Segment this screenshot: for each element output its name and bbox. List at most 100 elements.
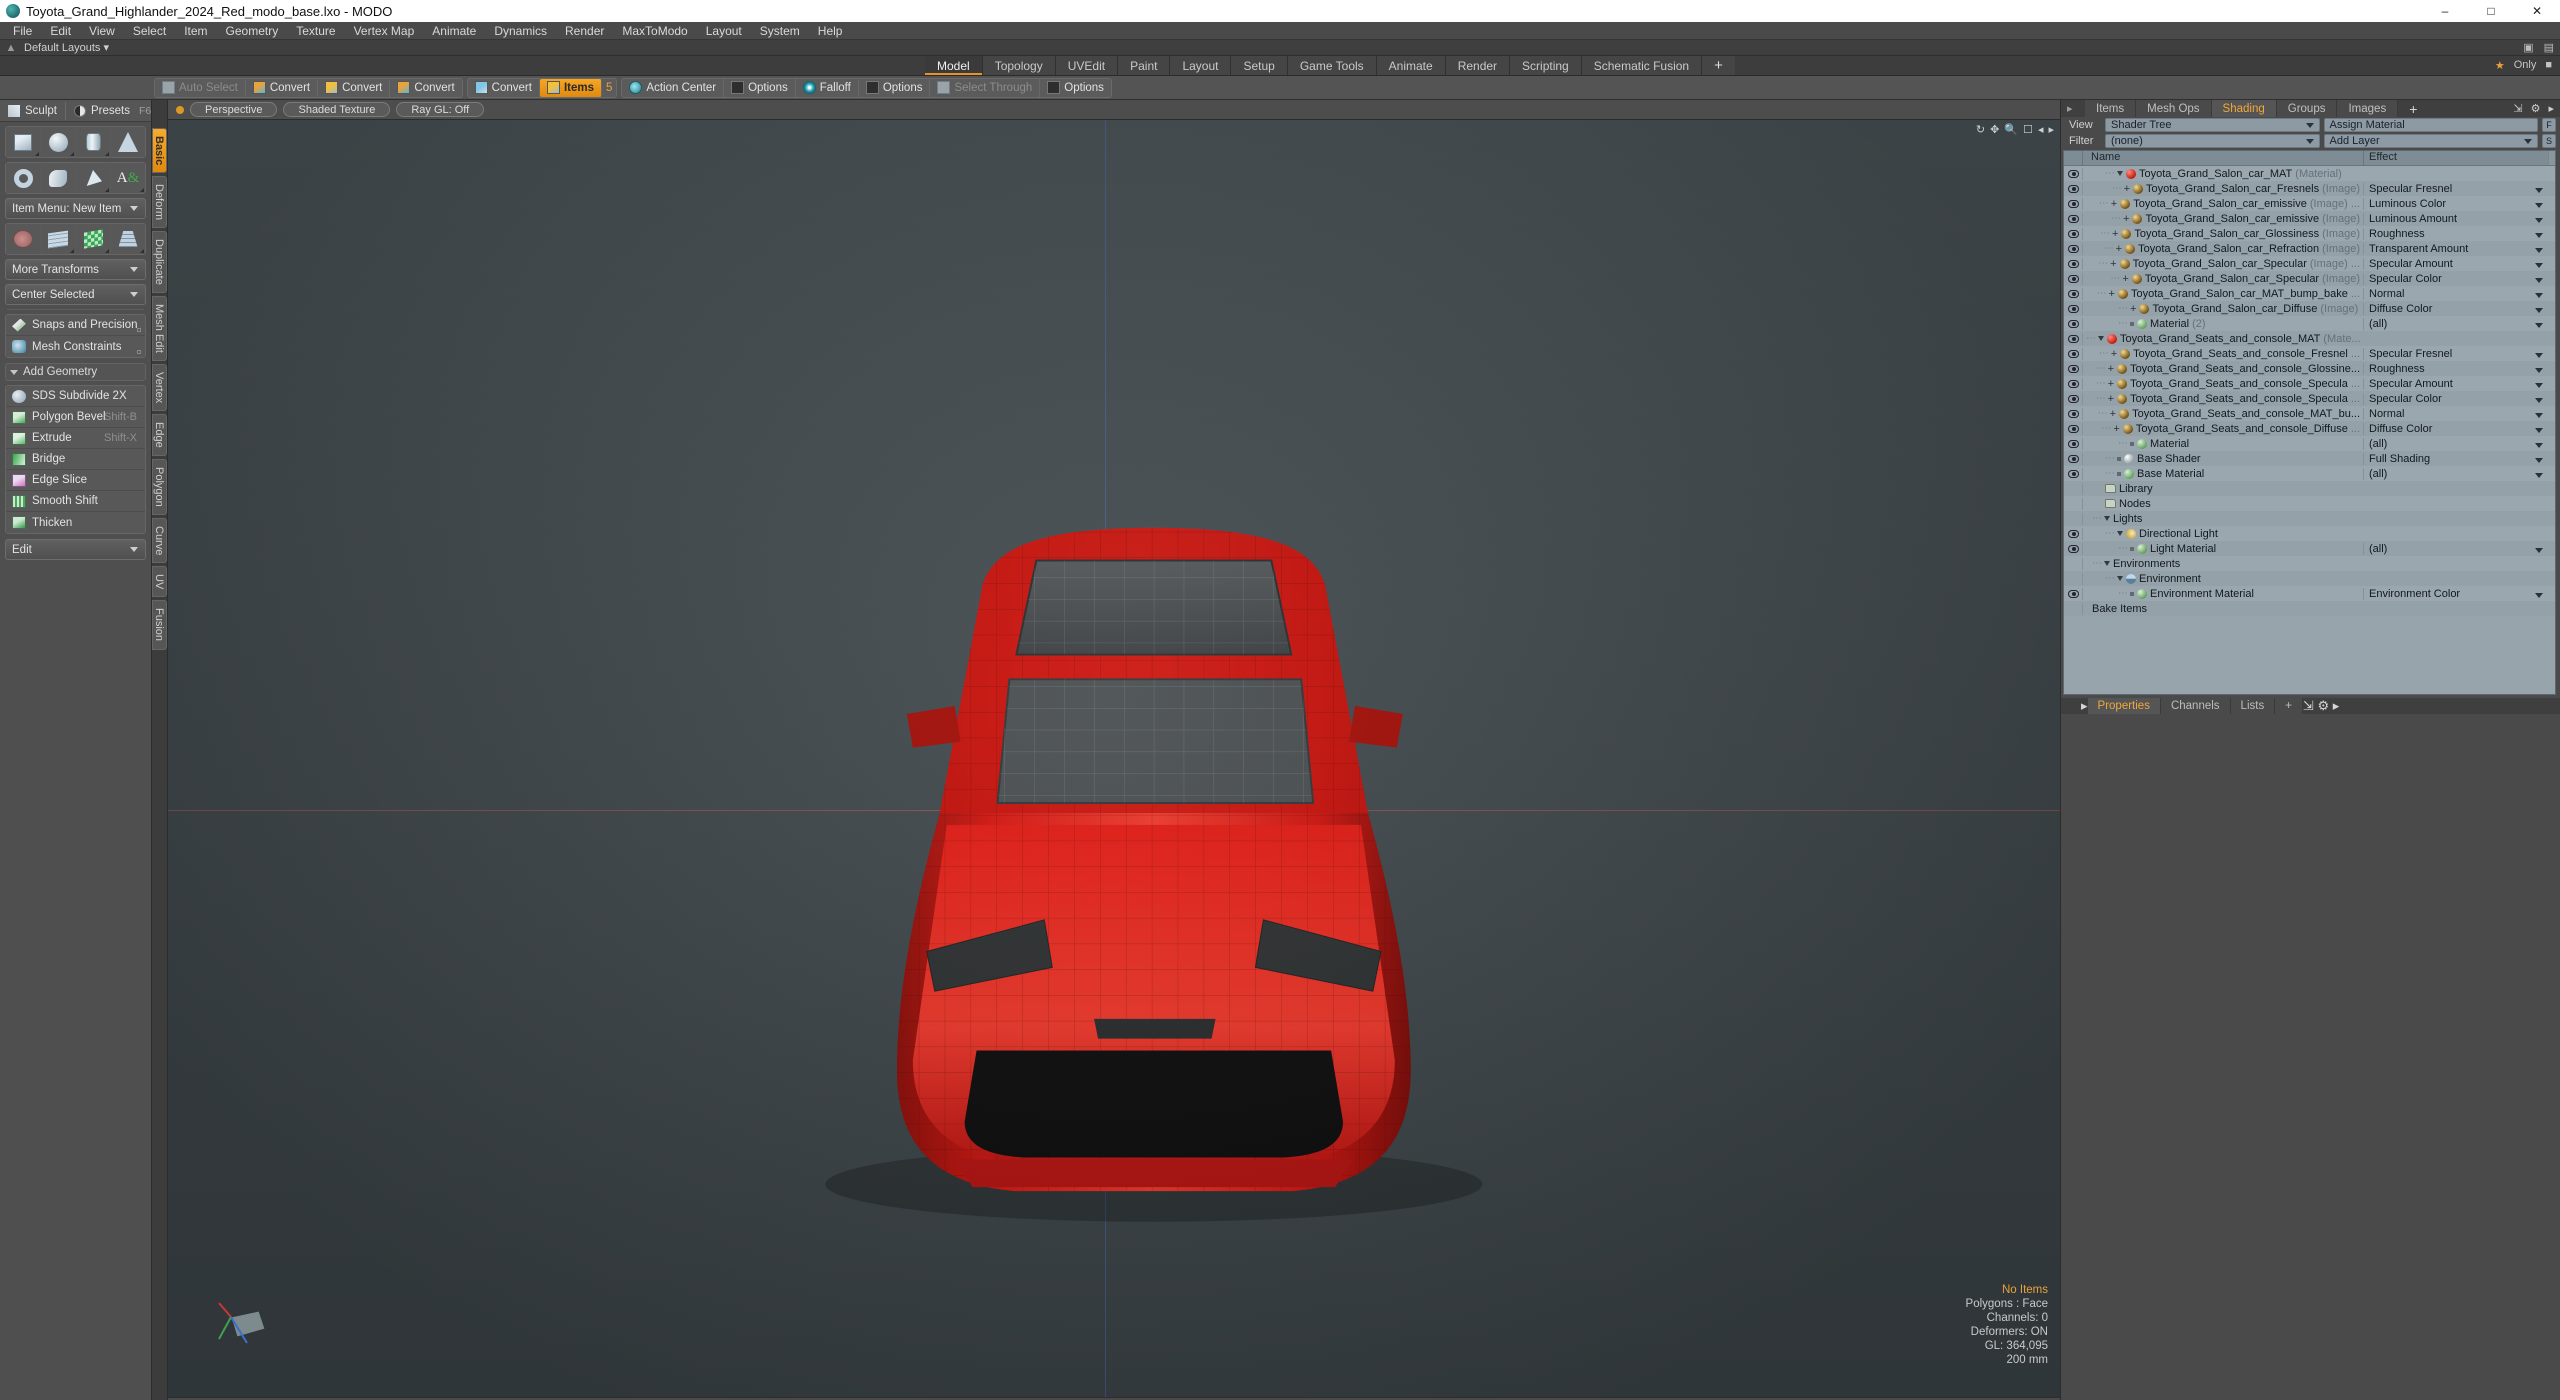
shader-tree-row[interactable]: ⋯ Base Shader Full Shading xyxy=(2064,451,2555,466)
shader-tree-row[interactable]: ⋯ + Toyota_Grand_Salon_car_Fresnels (Image… xyxy=(2064,181,2555,196)
menu-item-animate[interactable]: Animate xyxy=(423,22,485,40)
vtab-mesh-edit[interactable]: Mesh Edit xyxy=(152,296,167,362)
transform-tool-button[interactable] xyxy=(6,224,40,254)
shader-layer-effect[interactable]: Specular Amount xyxy=(2363,257,2548,270)
thicken-button[interactable]: Thicken xyxy=(6,512,145,533)
menu-item-maxtomodo[interactable]: MaxToModo xyxy=(613,22,696,40)
panel-tab-mesh-ops[interactable]: Mesh Ops xyxy=(2136,100,2212,117)
select-through-button[interactable]: Select Through xyxy=(930,78,1041,97)
maximize-button[interactable]: □ xyxy=(2468,0,2514,22)
panel-tab-groups[interactable]: Groups xyxy=(2276,100,2338,117)
shader-tree-scrollbar[interactable] xyxy=(2548,151,2555,165)
action-center-options-button[interactable]: Options xyxy=(724,78,796,97)
more-transforms-dropdown[interactable]: More Transforms xyxy=(5,259,146,280)
nav-fit-icon[interactable]: ☐ xyxy=(2023,123,2033,136)
viewport-raygl-button[interactable]: Ray GL: Off xyxy=(396,102,485,117)
visibility-eye-icon[interactable] xyxy=(2064,439,2082,448)
shader-layer-effect[interactable]: (all) xyxy=(2363,467,2548,480)
menu-item-system[interactable]: System xyxy=(751,22,809,40)
default-layouts-dropdown[interactable]: Default Layouts ▾ xyxy=(22,41,109,54)
menu-item-render[interactable]: Render xyxy=(556,22,613,40)
panel-tab-shading[interactable]: Shading xyxy=(2211,100,2277,117)
shader-tree-row[interactable]: ⋯ + Toyota_Grand_Salon_car_Refraction (Ima… xyxy=(2064,241,2555,256)
properties-chevron-right-icon[interactable]: ▸ xyxy=(2333,698,2340,713)
mode-tab-setup[interactable]: Setup xyxy=(1231,56,1288,75)
shader-tree-row[interactable]: ⋯ Toyota_Grand_Seats_and_console_MAT (Mat… xyxy=(2064,331,2555,346)
center-selected-dropdown[interactable]: Center Selected xyxy=(5,284,146,305)
panel-tab-add-button[interactable]: + xyxy=(2398,100,2429,117)
shader-tree-row[interactable]: ⋯ + Toyota_Grand_Salon_car_Diffuse (Image)… xyxy=(2064,301,2555,316)
tab-properties[interactable]: Properties xyxy=(2087,698,2161,714)
shader-layer-effect[interactable]: Environment Color xyxy=(2363,587,2548,600)
visibility-eye-icon[interactable] xyxy=(2064,334,2082,343)
shader-layer-effect[interactable]: Transparent Amount xyxy=(2363,242,2548,255)
panel-toggle-icon[interactable]: ▣ xyxy=(2523,41,2533,54)
visibility-eye-icon[interactable] xyxy=(2064,199,2082,208)
smooth-shift-button[interactable]: Smooth Shift xyxy=(6,491,145,512)
visibility-eye-icon[interactable] xyxy=(2064,169,2082,178)
torus-primitive-button[interactable] xyxy=(6,163,40,193)
mode-tab-model[interactable]: Model xyxy=(925,56,983,75)
shader-tree-row[interactable]: ⋯ + Toyota_Grand_Salon_car_emissive (Image… xyxy=(2064,196,2555,211)
action-center-button[interactable]: Action Center xyxy=(622,78,725,97)
vtab-polygon[interactable]: Polygon xyxy=(152,459,167,515)
gear-icon[interactable]: ⚙ xyxy=(2531,102,2541,115)
viewport-shading-mode-button[interactable]: Shaded Texture xyxy=(283,102,391,117)
mode-tab-render[interactable]: Render xyxy=(1445,56,1511,75)
shader-tree-row[interactable]: ⋯ + Toyota_Grand_Seats_and_console_Diffuse… xyxy=(2064,421,2555,436)
shader-layer-effect[interactable]: Roughness xyxy=(2363,227,2548,240)
shader-layer-effect[interactable]: Specular Amount xyxy=(2363,377,2548,390)
nav-zoom-icon[interactable]: 🔍 xyxy=(2004,123,2018,136)
shader-layer-effect[interactable]: Specular Fresnel xyxy=(2363,182,2548,195)
visibility-eye-icon[interactable] xyxy=(2064,364,2082,373)
shader-layer-effect[interactable]: (all) xyxy=(2363,542,2548,555)
shader-tree-row[interactable]: ⋯ + Toyota_Grand_Seats_and_console_Specula… xyxy=(2064,391,2555,406)
item-menu-dropdown[interactable]: Item Menu: New Item xyxy=(5,198,146,219)
shader-tree-row[interactable]: ⋯ Environment Material Environment Color xyxy=(2064,586,2555,601)
menu-item-dynamics[interactable]: Dynamics xyxy=(485,22,556,40)
falloff-options-button[interactable]: Options xyxy=(859,78,931,97)
visibility-eye-icon[interactable] xyxy=(2064,454,2082,463)
shader-layer-effect[interactable]: (all) xyxy=(2363,317,2548,330)
vtab-uv[interactable]: UV xyxy=(152,566,167,598)
shader-layer-effect[interactable]: Specular Fresnel xyxy=(2363,347,2548,360)
falloff-button[interactable]: Falloff xyxy=(796,78,859,97)
shader-tree-row[interactable]: ⋯ + Toyota_Grand_Seats_and_console_MAT_bu.… xyxy=(2064,406,2555,421)
mode-tab-paint[interactable]: Paint xyxy=(1118,56,1171,75)
shader-tree-row[interactable]: Nodes xyxy=(2064,496,2555,511)
close-button[interactable]: ✕ xyxy=(2514,0,2560,22)
shader-layer-effect[interactable]: Diffuse Color xyxy=(2363,422,2548,435)
menu-item-select[interactable]: Select xyxy=(124,22,175,40)
home-icon[interactable]: ▲ xyxy=(0,42,22,54)
menu-item-edit[interactable]: Edit xyxy=(41,22,80,40)
shader-tree-row[interactable]: ⋯ + Toyota_Grand_Seats_and_console_Specula… xyxy=(2064,376,2555,391)
panel-tab-items[interactable]: Items xyxy=(2085,100,2137,117)
snaps-and-precision-button[interactable]: Snaps and Precision xyxy=(6,315,145,336)
add-tab-button[interactable]: + xyxy=(1702,56,1735,75)
shader-tree-row[interactable]: ⋯ + Toyota_Grand_Salon_car_Specular (Image… xyxy=(2064,271,2555,286)
edge-slice-button[interactable]: Edge Slice xyxy=(6,470,145,491)
shader-tree-row[interactable]: ⋯ Material (2) (all) xyxy=(2064,316,2555,331)
visibility-eye-icon[interactable] xyxy=(2064,184,2082,193)
vtab-edge[interactable]: Edge xyxy=(152,414,167,457)
expand-icon[interactable]: ■ xyxy=(2545,59,2552,72)
expand-panel-icon[interactable]: ⇲ xyxy=(2513,102,2522,115)
viewport-3d[interactable]: ↻ ✥ 🔍 ☐ ◂ ▸ No Items Polygons : Face Cha… xyxy=(168,120,2060,1397)
f-button[interactable]: F xyxy=(2542,118,2556,132)
visibility-eye-icon[interactable] xyxy=(2064,229,2082,238)
shader-tree-row[interactable]: ⋯ + Toyota_Grand_Salon_car_Specular (Image… xyxy=(2064,256,2555,271)
shader-layer-effect[interactable]: Roughness xyxy=(2363,362,2548,375)
mesh-constraints-button[interactable]: Mesh Constraints xyxy=(6,336,145,357)
convert-button-1[interactable]: Convert xyxy=(246,78,319,97)
taper-tool-button[interactable] xyxy=(111,224,145,254)
menu-item-view[interactable]: View xyxy=(80,22,124,40)
visibility-eye-icon[interactable] xyxy=(2064,214,2082,223)
convert-button-2[interactable]: Convert xyxy=(318,78,391,97)
shader-tree-row[interactable]: ⋯ + Toyota_Grand_Seats_and_console_Fresnel… xyxy=(2064,346,2555,361)
properties-gear-icon[interactable]: ⚙ xyxy=(2317,698,2329,713)
visibility-eye-icon[interactable] xyxy=(2064,274,2082,283)
presets-button[interactable]: Presets F6 xyxy=(66,102,159,120)
vtab-fusion[interactable]: Fusion xyxy=(152,600,167,650)
visibility-eye-icon[interactable] xyxy=(2064,469,2082,478)
shader-layer-effect[interactable]: Specular Color xyxy=(2363,272,2548,285)
